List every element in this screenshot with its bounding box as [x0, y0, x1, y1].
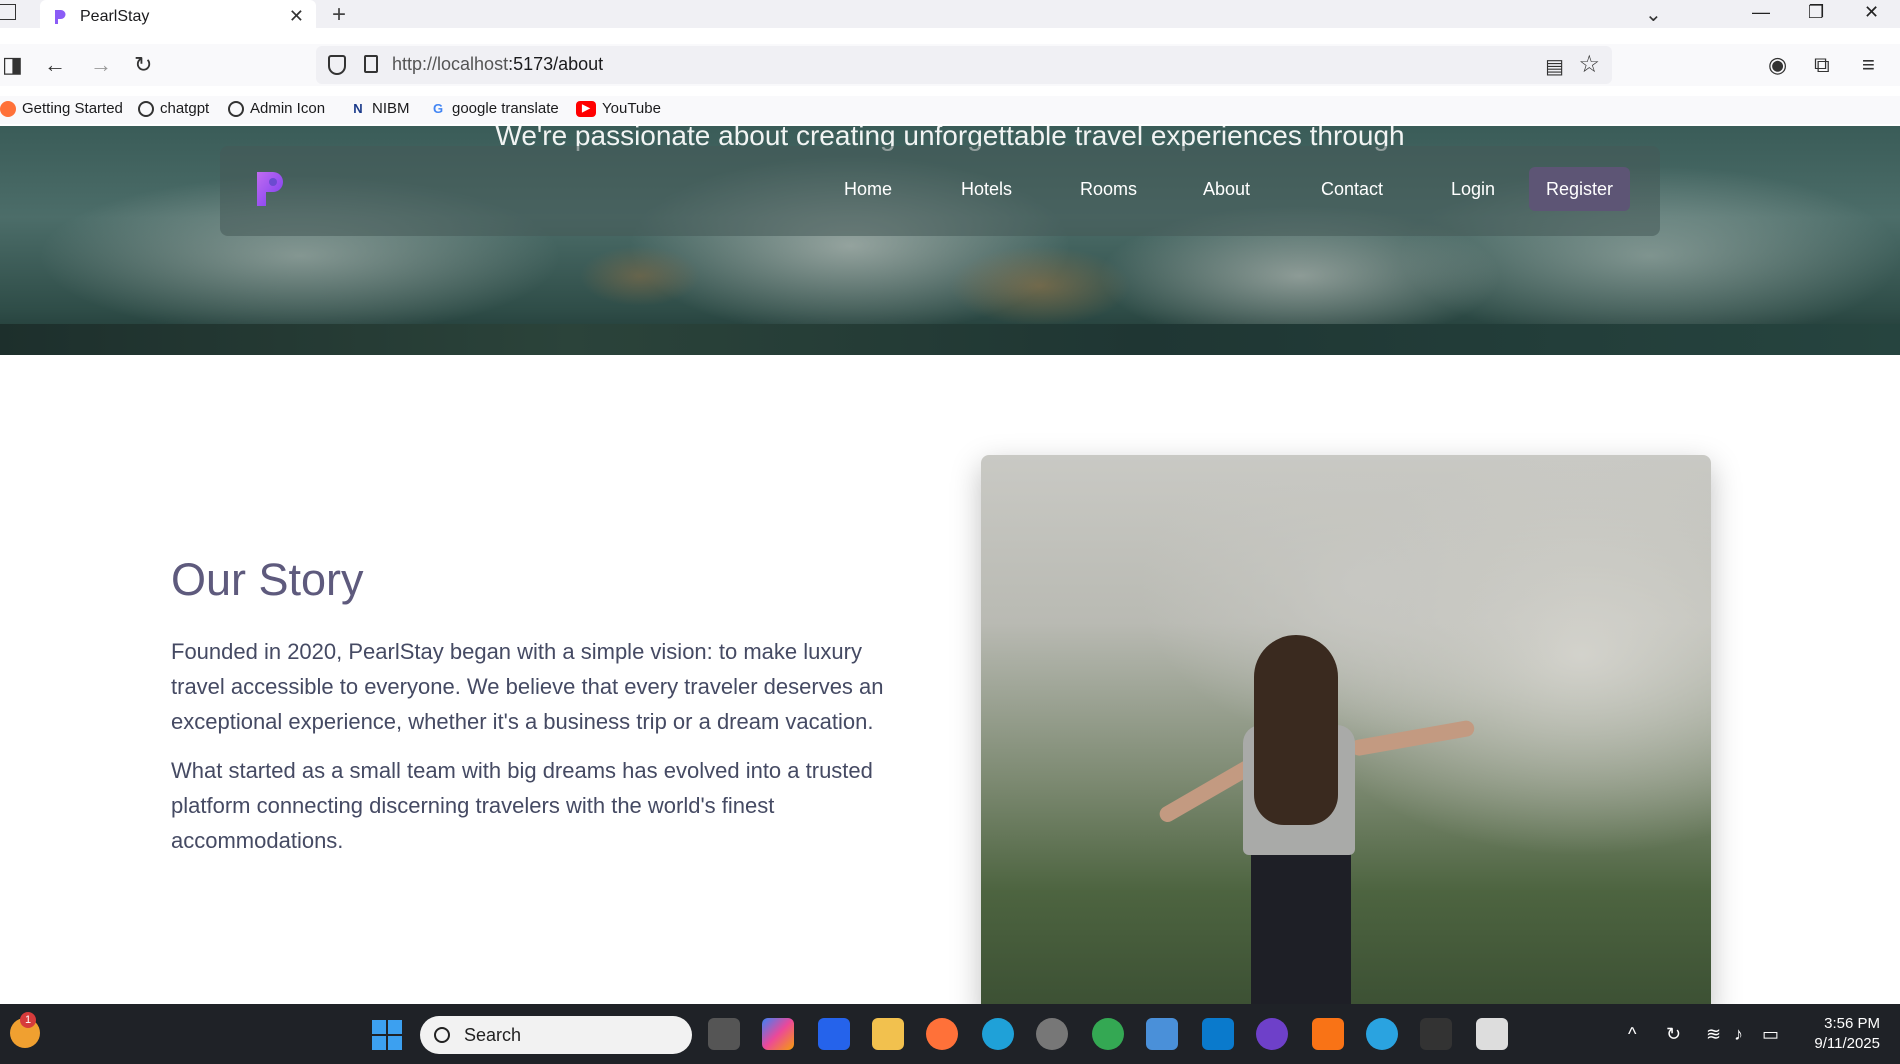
chrome-icon[interactable] [1092, 1018, 1124, 1050]
nav-login[interactable]: Login [1451, 179, 1495, 200]
address-bar[interactable]: http://localhost:5173/about ▤ ☆ [316, 46, 1612, 84]
bookmark-label: google translate [452, 100, 559, 117]
globe-icon [228, 100, 244, 117]
taskbar-search[interactable]: Search [420, 1016, 692, 1054]
edge-icon[interactable] [982, 1018, 1014, 1050]
extensions-icon[interactable]: ⧉ [1814, 52, 1830, 78]
shield-icon[interactable] [328, 55, 346, 75]
new-tab-icon[interactable]: + [332, 1, 346, 29]
reader-view-icon[interactable]: ▤ [1545, 54, 1564, 79]
battery-icon[interactable]: ▭ [1762, 1024, 1779, 1045]
nav-rooms[interactable]: Rooms [1080, 179, 1137, 200]
windows-taskbar: 1 Search ^ ↻ ≋ ♪ ▭ 3:56 PM 9/11/2025 [0, 1004, 1900, 1064]
bookmark-google-translate[interactable]: G google translate [430, 100, 559, 117]
chevron-up-icon[interactable]: ^ [1628, 1024, 1636, 1045]
youtube-icon: ▶ [576, 100, 596, 117]
register-button[interactable]: Register [1529, 167, 1630, 211]
bookmark-youtube[interactable]: ▶ YouTube [576, 100, 661, 117]
story-photo [981, 455, 1711, 1004]
wifi-icon[interactable]: ≋ [1706, 1024, 1721, 1045]
bookmarks-bar: Getting Started chatgpt Admin Icon N NIB… [0, 96, 1900, 124]
pearlstay-favicon-icon [55, 9, 66, 24]
clock-time: 3:56 PM [1824, 1015, 1880, 1032]
photo-figure [1254, 635, 1338, 825]
google-icon: G [432, 100, 444, 116]
bookmark-label: Admin Icon [250, 100, 326, 117]
sync-icon[interactable]: ↻ [1666, 1024, 1681, 1045]
nav-about[interactable]: About [1203, 179, 1250, 200]
page-content: We're passionate about creating unforget… [0, 126, 1900, 1004]
sidebar-icon[interactable]: ◨ [2, 52, 23, 78]
nav-home[interactable]: Home [844, 179, 892, 200]
firefox-icon [0, 100, 16, 117]
firefox-taskbar-icon[interactable] [926, 1018, 958, 1050]
bookmark-star-icon[interactable]: ☆ [1578, 50, 1600, 79]
task-view-icon[interactable] [708, 1018, 740, 1050]
telegram-icon[interactable] [1366, 1018, 1398, 1050]
photos-icon[interactable] [1146, 1018, 1178, 1050]
page-title: Our Story [171, 554, 364, 605]
page-info-icon[interactable] [364, 55, 378, 73]
system-clock[interactable]: 3:56 PM 9/11/2025 [1800, 1014, 1880, 1054]
bookmark-getting-started[interactable]: Getting Started [0, 100, 123, 117]
tab-list-icon[interactable] [0, 4, 16, 20]
chevron-down-icon[interactable]: ⌄ [1645, 2, 1662, 27]
screen: PearlStay ✕ + ⌄ — ❐ ✕ ◨ ← → ↻ http://loc… [0, 0, 1900, 1064]
bookmark-nibm[interactable]: N NIBM [350, 100, 410, 117]
settings-icon[interactable] [1036, 1018, 1068, 1050]
search-label: Search [464, 1024, 522, 1045]
nav-contact[interactable]: Contact [1321, 179, 1383, 200]
github-desktop-icon[interactable] [1256, 1018, 1288, 1050]
windows-start-icon[interactable] [372, 1020, 402, 1050]
nibm-icon: N [353, 100, 363, 116]
bookmark-admin-icon[interactable]: Admin Icon [228, 100, 325, 117]
story-paragraph-2: What started as a small team with big dr… [171, 758, 873, 853]
site-navbar [220, 146, 1660, 236]
terminal-icon[interactable] [1420, 1018, 1452, 1050]
minimize-icon[interactable]: — [1752, 2, 1770, 23]
browser-tab[interactable]: PearlStay ✕ [40, 0, 316, 33]
url-path: :5173/about [508, 54, 604, 74]
file-explorer-icon[interactable] [872, 1018, 904, 1050]
tab-title: PearlStay [80, 7, 150, 25]
pearlstay-logo-icon[interactable] [254, 170, 288, 208]
hero-bottom-strip [0, 324, 1900, 355]
notification-badge: 1 [20, 1012, 36, 1028]
photo-figure [1251, 850, 1351, 1004]
clock-date: 9/11/2025 [1814, 1035, 1880, 1052]
snipping-tool-icon[interactable] [1476, 1018, 1508, 1050]
restore-icon[interactable]: ❐ [1808, 2, 1824, 23]
url-host: http://localhost [392, 54, 509, 74]
bookmark-chatgpt[interactable]: chatgpt [138, 100, 209, 117]
search-icon [434, 1027, 450, 1043]
copilot-icon[interactable] [762, 1018, 794, 1050]
nav-hotels[interactable]: Hotels [961, 179, 1012, 200]
bookmark-label: Getting Started [22, 100, 123, 117]
back-icon[interactable]: ← [44, 52, 66, 78]
openai-icon [138, 100, 154, 117]
tab-bar: PearlStay ✕ + ⌄ — ❐ ✕ [0, 0, 1900, 33]
story-paragraph-1: Founded in 2020, PearlStay began with a … [171, 639, 884, 734]
close-tab-icon[interactable]: ✕ [289, 6, 304, 27]
menu-icon[interactable]: ≡ [1862, 52, 1875, 78]
reload-icon[interactable]: ↻ [134, 52, 152, 78]
volume-icon[interactable]: ♪ [1734, 1024, 1743, 1045]
close-window-icon[interactable]: ✕ [1864, 2, 1879, 23]
bookmark-label: chatgpt [160, 100, 210, 117]
bookmark-label: YouTube [602, 100, 661, 117]
photo-figure-arm [1349, 719, 1476, 757]
bookmark-label: NIBM [372, 100, 410, 117]
vscode-icon[interactable] [1202, 1018, 1234, 1050]
store-icon[interactable] [818, 1018, 850, 1050]
url-text[interactable]: http://localhost:5173/about [392, 54, 603, 75]
xampp-icon[interactable] [1312, 1018, 1344, 1050]
account-icon[interactable]: ◉ [1768, 52, 1787, 78]
forward-icon[interactable]: → [90, 52, 112, 78]
